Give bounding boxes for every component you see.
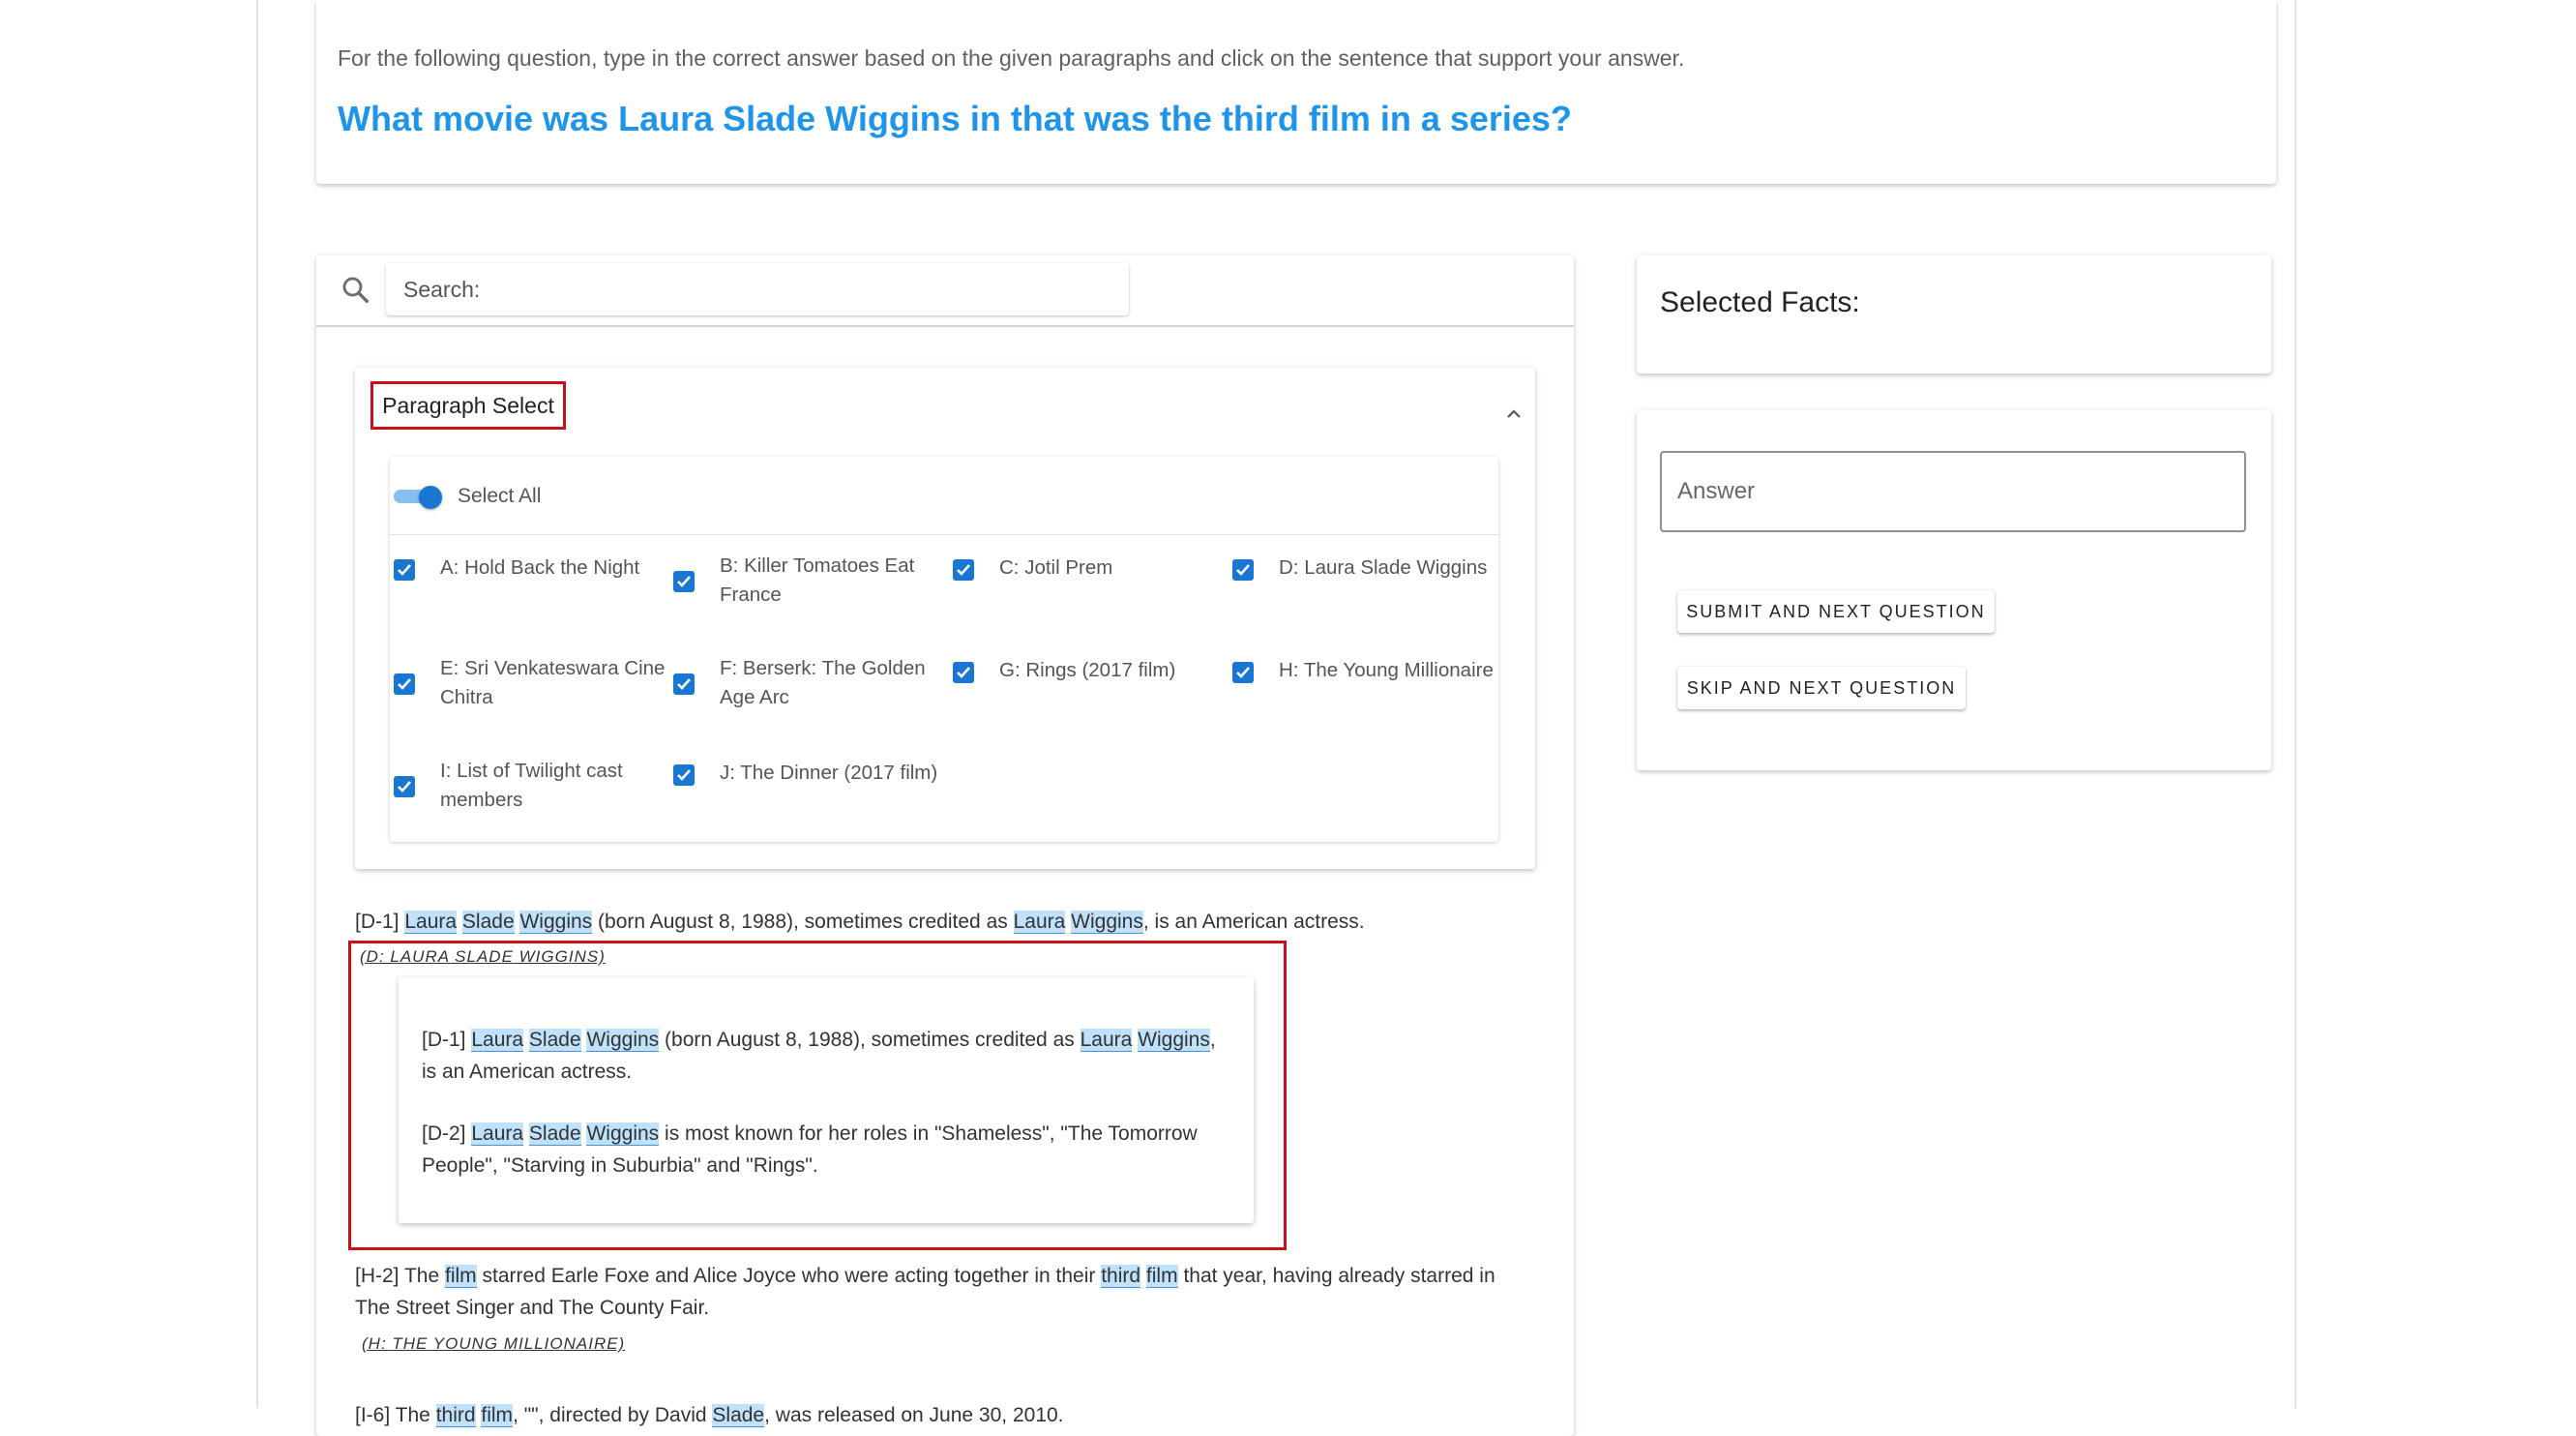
paragraph-option-label: C: Jotil Prem bbox=[999, 556, 1113, 579]
highlight-term: film bbox=[445, 1265, 477, 1288]
sentence-text: , was released on June 30, 2010. bbox=[764, 1404, 1064, 1426]
popup-sentence-d1[interactable]: [D-1] Laura Slade Wiggins (born August 8… bbox=[422, 1024, 1234, 1088]
select-all-label: Select All bbox=[458, 485, 542, 507]
highlight-term: Laura bbox=[404, 911, 458, 934]
selected-facts-title: Selected Facts: bbox=[1660, 286, 1860, 318]
checkbox-icon[interactable] bbox=[953, 662, 974, 683]
sentence-text: People", "Starving in Suburbia" and "Rin… bbox=[422, 1154, 818, 1177]
paragraph-option-label: I: List of Twilight cast members bbox=[440, 760, 623, 811]
source-popup: [D-1] Laura Slade Wiggins (born August 8… bbox=[399, 977, 1254, 1223]
sentence-id: [I-6] bbox=[355, 1404, 391, 1426]
sentence-text: is an American actress. bbox=[422, 1061, 633, 1083]
checkbox-icon[interactable] bbox=[1232, 559, 1254, 581]
paragraph-option-label: H: The Young Millionaire bbox=[1279, 659, 1494, 681]
highlight-term: Wiggins bbox=[1138, 1029, 1210, 1052]
sentence-text: starred Earle Foxe and Alice Joyce who w… bbox=[482, 1265, 1096, 1287]
checkbox-icon[interactable] bbox=[673, 571, 695, 592]
highlight-term: Wiggins bbox=[519, 911, 593, 934]
paragraph-option-h[interactable]: H: The Young Millionaire bbox=[1232, 656, 1499, 714]
sentence-id: [D-1] bbox=[422, 1029, 466, 1051]
sentence-text: The bbox=[403, 1265, 440, 1287]
sentence-i6[interactable]: [I-6] The third film, "", directed by Da… bbox=[355, 1399, 1064, 1431]
source-link-h[interactable]: (H: THE YOUNG MILLIONAIRE) bbox=[362, 1334, 625, 1354]
sentence-text: (born August 8, 1988), sometimes credite… bbox=[598, 911, 1008, 933]
paragraph-select-title[interactable]: Paragraph Select bbox=[370, 381, 566, 430]
select-all-toggle[interactable] bbox=[394, 486, 444, 509]
paragraph-panel: Paragraph Select Select All A: Hold Back… bbox=[316, 255, 1574, 1436]
page-frame-right bbox=[2295, 0, 2296, 1408]
question-text: What movie was Laura Slade Wiggins in th… bbox=[338, 99, 1572, 138]
sentence-text: The bbox=[395, 1404, 430, 1426]
sentence-text: , "", directed by David bbox=[513, 1404, 707, 1426]
paragraph-option-label: J: The Dinner (2017 film) bbox=[720, 762, 938, 784]
paragraph-option-g[interactable]: G: Rings (2017 film) bbox=[953, 656, 1228, 714]
sentence-text: , bbox=[1209, 1029, 1216, 1051]
page-frame-left bbox=[256, 0, 258, 1408]
paragraph-option-d[interactable]: D: Laura Slade Wiggins bbox=[1232, 553, 1499, 612]
sentence-text: , is an American actress. bbox=[1142, 911, 1365, 933]
highlight-term: Laura bbox=[1013, 911, 1066, 934]
toggle-thumb bbox=[419, 486, 442, 509]
checkbox-icon[interactable] bbox=[1232, 662, 1254, 683]
sentence-id: [D-2] bbox=[422, 1122, 466, 1145]
sentence-id: [D-1] bbox=[355, 911, 400, 933]
paragraph-option-label: A: Hold Back the Night bbox=[440, 556, 640, 579]
sentence-id: [H-2] bbox=[355, 1265, 400, 1287]
highlight-term: Slade bbox=[528, 1122, 581, 1146]
paragraph-option-f[interactable]: F: Berserk: The Golden Age Arc bbox=[673, 654, 948, 712]
answer-field bbox=[1660, 451, 2246, 532]
paragraph-option-j[interactable]: J: The Dinner (2017 film) bbox=[673, 759, 948, 817]
paragraph-option-label: D: Laura Slade Wiggins bbox=[1279, 556, 1488, 579]
sentence-text: (born August 8, 1988), sometimes credite… bbox=[665, 1029, 1075, 1051]
checkbox-icon[interactable] bbox=[673, 764, 695, 786]
answer-input[interactable] bbox=[1662, 453, 2244, 530]
checkbox-icon[interactable] bbox=[394, 776, 415, 797]
sentence-text: The Street Singer and The County Fair. bbox=[355, 1297, 710, 1319]
checkbox-icon[interactable] bbox=[953, 559, 974, 581]
paragraph-option-label: F: Berserk: The Golden Age Arc bbox=[720, 657, 926, 708]
sentence-d1[interactable]: [D-1] Laura Slade Wiggins (born August 8… bbox=[355, 906, 1365, 938]
highlight-term: Wiggins bbox=[1071, 911, 1143, 934]
search-icon[interactable] bbox=[340, 274, 372, 307]
search-field bbox=[386, 263, 1129, 315]
paragraph-option-i[interactable]: I: List of Twilight cast members bbox=[394, 757, 668, 815]
paragraph-option-label: B: Killer Tomatoes Eat France bbox=[720, 554, 915, 606]
highlight-term: Slade bbox=[461, 911, 515, 934]
paragraph-option-a[interactable]: A: Hold Back the Night bbox=[394, 553, 668, 612]
select-all-row: Select All bbox=[390, 457, 1498, 535]
submit-next-button[interactable]: SUBMIT AND NEXT QUESTION bbox=[1677, 590, 1995, 633]
chevron-up-icon[interactable] bbox=[1504, 404, 1524, 424]
highlight-term: Wiggins bbox=[586, 1122, 660, 1146]
checkbox-icon[interactable] bbox=[673, 673, 695, 695]
highlight-term: third bbox=[1101, 1265, 1141, 1288]
search-bar bbox=[316, 255, 1574, 327]
skip-next-button[interactable]: SKIP AND NEXT QUESTION bbox=[1677, 667, 1966, 709]
paragraph-option-b[interactable]: B: Killer Tomatoes Eat France bbox=[673, 552, 948, 610]
highlight-term: Wiggins bbox=[586, 1029, 660, 1052]
highlight-term: Laura bbox=[471, 1122, 524, 1146]
highlight-term: film bbox=[1145, 1265, 1178, 1288]
paragraph-option-c[interactable]: C: Jotil Prem bbox=[953, 553, 1228, 612]
sentence-h2[interactable]: [H-2] The film starred Earle Foxe and Al… bbox=[355, 1260, 1535, 1324]
paragraph-option-label: G: Rings (2017 film) bbox=[999, 659, 1176, 681]
instruction-text: For the following question, type in the … bbox=[338, 45, 1685, 71]
question-card: For the following question, type in the … bbox=[316, 0, 2276, 184]
search-input[interactable] bbox=[386, 263, 1129, 315]
selected-facts-card: Selected Facts: bbox=[1637, 255, 2271, 374]
checkbox-icon[interactable] bbox=[394, 673, 415, 695]
paragraph-select-panel: Paragraph Select Select All A: Hold Back… bbox=[355, 368, 1535, 869]
sentence-text: that year, having already starred in bbox=[1183, 1265, 1495, 1287]
sentence-text: is most known for her roles in "Shameles… bbox=[665, 1122, 1198, 1145]
paragraph-options: Select All A: Hold Back the Night B: Kil… bbox=[390, 457, 1498, 842]
popup-sentence-d2[interactable]: [D-2] Laura Slade Wiggins is most known … bbox=[422, 1118, 1234, 1182]
answer-card: SUBMIT AND NEXT QUESTION SKIP AND NEXT Q… bbox=[1637, 410, 2271, 770]
highlight-term: Laura bbox=[1080, 1029, 1133, 1052]
checkbox-icon[interactable] bbox=[394, 559, 415, 581]
paragraph-option-label: E: Sri Venkateswara Cine Chitra bbox=[440, 657, 666, 708]
highlight-term: Laura bbox=[471, 1029, 524, 1052]
highlight-term: Slade bbox=[528, 1029, 581, 1052]
paragraph-option-e[interactable]: E: Sri Venkateswara Cine Chitra bbox=[394, 654, 668, 712]
